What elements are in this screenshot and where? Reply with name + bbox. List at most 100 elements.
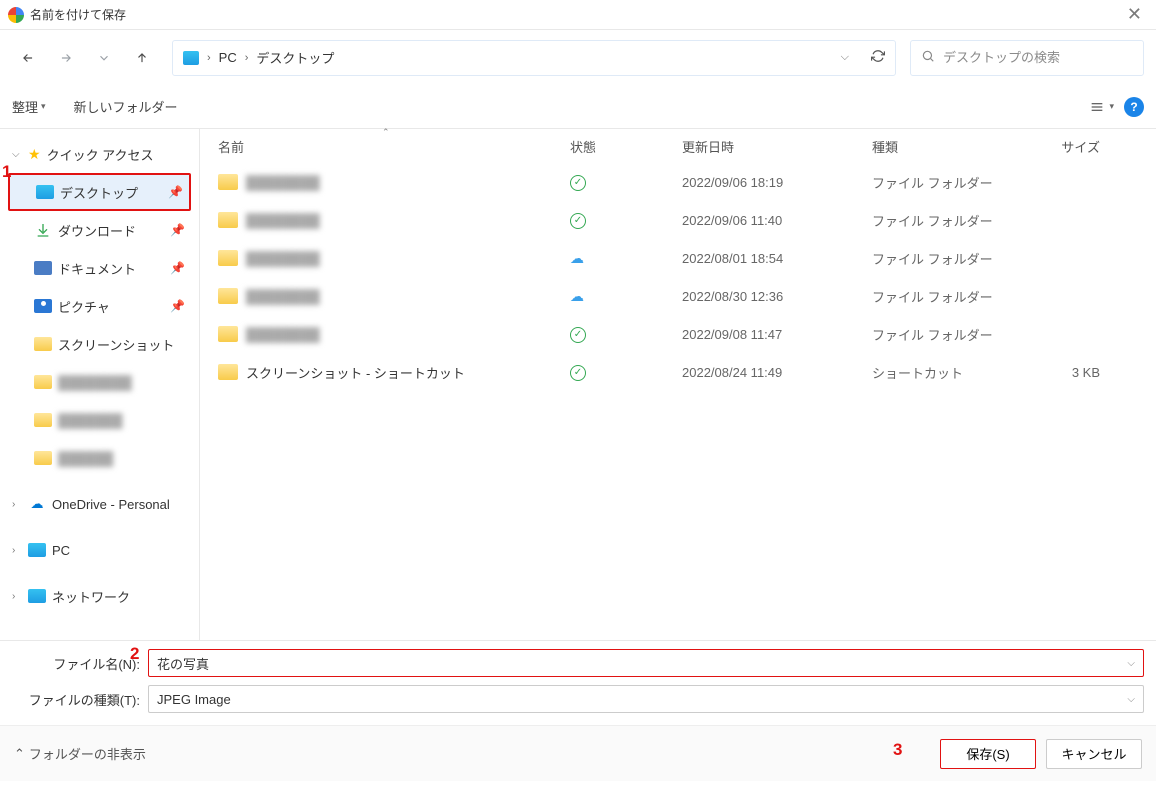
filename-panel: ファイル名(N): 花の写真 ⌵ ファイルの種類(T): JPEG Image … [0,640,1156,725]
cloud-icon: ☁ [570,250,584,266]
file-row[interactable]: ████████ ✓ 2022/09/08 11:47ファイル フォルダー [206,315,1150,353]
folder-icon [34,413,52,427]
file-type: ファイル フォルダー [860,211,1020,230]
filename-label: ファイル名(N): [12,654,148,673]
search-box[interactable] [910,40,1144,76]
filename-input[interactable]: 花の写真 ⌵ [148,649,1144,677]
help-icon[interactable]: ? [1124,97,1144,117]
search-input[interactable] [943,50,1133,65]
refresh-icon[interactable] [871,49,885,66]
sidebar-pc[interactable]: › PC [8,531,191,569]
folder-icon [218,364,238,380]
annotation-3: 3 [893,740,902,760]
sidebar-item[interactable]: ████████ [8,363,191,401]
file-name: ████████ [246,213,366,228]
folder-icon [34,375,52,389]
filetype-value: JPEG Image [157,692,231,707]
footer: ⌃ フォルダーの非表示 保存(S) キャンセル [0,725,1156,781]
file-row[interactable]: ████████✓2022/09/06 11:40ファイル フォルダー [206,201,1150,239]
sidebar-quick-access[interactable]: ⌵ ★ クイック アクセス [8,135,191,173]
file-name: ████████ [246,327,366,342]
sidebar-desktop[interactable]: デスクトップ 📌 [8,173,191,211]
check-icon: ✓ [570,327,586,343]
sidebar-documents[interactable]: ドキュメント 📌 [8,249,191,287]
pin-icon: 📌 [168,185,183,199]
file-date: 2022/08/01 18:54 [670,251,860,266]
check-icon: ✓ [570,365,586,381]
view-options-button[interactable]: ▾ [1089,99,1114,115]
folder-icon [218,174,238,190]
sidebar-item[interactable]: ██████ [8,439,191,477]
chevron-right-icon: › [12,545,22,556]
folder-icon [218,250,238,266]
chevron-up-icon: ⌃ [14,746,25,762]
forward-button[interactable] [50,42,82,74]
cancel-button[interactable]: キャンセル [1046,739,1142,769]
toolbar: 整理▾ 新しいフォルダー ▾ ? [0,85,1156,129]
file-date: 2022/09/08 11:47 [670,327,860,342]
chevron-down-icon: ⌵ [12,149,22,160]
column-date[interactable]: 更新日時 [670,137,860,156]
sidebar-item[interactable]: ███████ [8,401,191,439]
onedrive-icon: ☁ [28,497,46,511]
file-status: ☁ [558,250,670,267]
breadcrumb-desktop[interactable]: デスクトップ [256,48,334,67]
file-row[interactable]: ████████ ✓2022/09/06 18:19ファイル フォルダー [206,163,1150,201]
nav-bar: › PC › デスクトップ ⌵ [0,30,1156,85]
chevron-down-icon[interactable]: ⌵ [841,51,849,64]
toggle-folder-pane[interactable]: ⌃ フォルダーの非表示 [14,744,146,763]
sidebar-network[interactable]: › ネットワーク [8,577,191,615]
sidebar: ⌵ ★ クイック アクセス デスクトップ 📌 ダウンロード 📌 ドキュメント 📌… [0,129,200,640]
pin-icon: 📌 [170,223,185,237]
chevron-down-icon[interactable]: ⌵ [1127,694,1135,705]
up-button[interactable] [126,42,158,74]
column-size[interactable]: サイズ [1020,137,1112,156]
file-date: 2022/09/06 18:19 [670,175,860,190]
document-icon [34,261,52,275]
chevron-right-icon: › [207,52,211,64]
sidebar-onedrive[interactable]: › ☁ OneDrive - Personal [8,485,191,523]
sidebar-downloads[interactable]: ダウンロード 📌 [8,211,191,249]
close-icon[interactable]: ✕ [1121,4,1148,25]
file-name: スクリーンショット - ショートカット [246,363,465,382]
cloud-icon: ☁ [570,288,584,304]
file-row[interactable]: スクリーンショット - ショートカット ✓ 2022/08/24 11:49ショート… [206,353,1150,391]
title-bar: 名前を付けて保存 ✕ [0,0,1156,30]
folder-icon [218,212,238,228]
annotation-1: 1 [2,162,11,182]
file-type: ファイル フォルダー [860,173,1020,192]
app-icon [8,7,24,23]
file-name: ████████ [246,175,366,190]
column-type[interactable]: 種類 [860,137,1020,156]
file-row[interactable]: ████████☁2022/08/30 12:36ファイル フォルダー [206,277,1150,315]
organize-menu[interactable]: 整理▾ [12,97,46,116]
sidebar-screenshots[interactable]: スクリーンショット [8,325,191,363]
address-bar[interactable]: › PC › デスクトップ ⌵ [172,40,896,76]
folder-icon [34,337,52,351]
file-type: ショートカット [860,363,1020,382]
window-title: 名前を付けて保存 [30,6,1121,23]
file-status: ✓ [558,173,670,191]
file-date: 2022/08/24 11:49 [670,365,860,380]
pc-icon [28,543,46,557]
file-name: ████████ [246,251,366,266]
file-row[interactable]: ████████☁2022/08/01 18:54ファイル フォルダー [206,239,1150,277]
download-icon [34,223,52,237]
annotation-2: 2 [130,644,139,664]
back-button[interactable] [12,42,44,74]
column-status[interactable]: 状態 [558,137,670,156]
sidebar-pictures[interactable]: ピクチャ 📌 [8,287,191,325]
chevron-down-icon[interactable]: ⌵ [1127,658,1135,669]
file-type: ファイル フォルダー [860,325,1020,344]
file-list: ⌃ 名前 状態 更新日時 種類 サイズ ████████✓2022/09/06 … [200,129,1156,640]
save-button[interactable]: 保存(S) [940,739,1036,769]
file-name: ████████ [246,289,366,304]
column-name[interactable]: 名前 [206,137,558,156]
file-status: ✓ [558,363,670,381]
new-folder-button[interactable]: 新しいフォルダー [74,97,178,116]
breadcrumb-pc[interactable]: PC [219,50,237,65]
column-headers: 名前 状態 更新日時 種類 サイズ [206,129,1150,163]
recent-dropdown[interactable] [88,42,120,74]
filetype-select[interactable]: JPEG Image ⌵ [148,685,1144,713]
chevron-right-icon: › [245,52,249,64]
